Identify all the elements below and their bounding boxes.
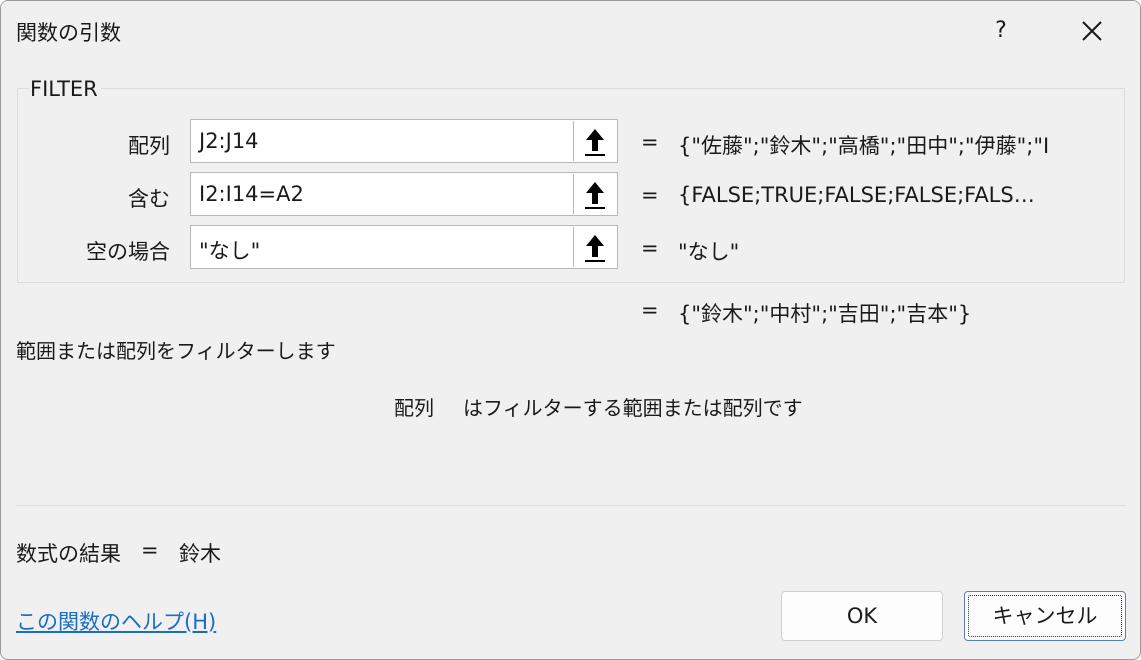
arg-result-include: {FALSE;TRUE;FALSE;FALSE;FALS… <box>678 183 1035 207</box>
ref-select-button-include[interactable] <box>573 174 616 214</box>
formula-result-eq: = <box>141 538 159 562</box>
formula-result-value: 鈴木 <box>179 542 221 566</box>
close-icon <box>1082 21 1102 41</box>
function-help-link[interactable]: この関数のヘルプ(H) <box>16 606 216 636</box>
arg-eq-include: = <box>641 183 659 207</box>
arg-result-if-empty: "なし" <box>678 240 740 264</box>
arg-eq-if-empty: = <box>641 236 659 260</box>
arg-help-text: はフィルターする範囲または配列です <box>463 396 803 420</box>
cancel-button[interactable]: キャンセル <box>964 591 1126 641</box>
arg-label-array: 配列 <box>128 134 170 158</box>
divider <box>16 505 1126 506</box>
arg-label-include: 含む <box>128 187 170 211</box>
focus-ring <box>968 595 1122 637</box>
arg-eq-array: = <box>641 130 659 154</box>
arrow-up-icon <box>585 235 605 262</box>
ref-select-button-if-empty[interactable] <box>573 227 616 267</box>
arrow-up-icon <box>585 129 605 156</box>
ok-button[interactable]: OK <box>781 591 943 641</box>
arg-input-if-empty-value: "なし" <box>199 239 261 263</box>
arg-input-include[interactable]: I2:I14=A2 <box>190 172 618 216</box>
formula-result-label: 数式の結果 <box>16 542 121 566</box>
arg-result-array: {"佐藤";"鈴木";"高橋";"田中";"伊藤";"I <box>678 134 1050 158</box>
overall-result-eq: = <box>641 298 659 322</box>
arg-help-name: 配列 <box>394 396 434 420</box>
arg-input-array-value: J2:J14 <box>199 129 259 153</box>
function-description: 範囲または配列をフィルターします <box>16 339 336 363</box>
overall-result: {"鈴木";"中村";"吉田";"吉本"} <box>678 302 972 326</box>
arg-input-array[interactable]: J2:J14 <box>190 119 618 163</box>
ref-select-button-array[interactable] <box>573 121 616 161</box>
arg-input-if-empty[interactable]: "なし" <box>190 225 618 269</box>
arg-label-if-empty: 空の場合 <box>86 240 170 264</box>
help-button[interactable]: ? <box>979 13 1023 49</box>
arrow-up-icon <box>585 182 605 209</box>
function-name-label: FILTER <box>29 77 101 101</box>
dialog-title: 関数の引数 <box>16 21 121 45</box>
close-button[interactable] <box>1067 13 1117 49</box>
title-bar: 関数の引数 ? <box>1 1 1140 59</box>
function-arguments-dialog: 関数の引数 ? FILTER 配列 J2:J14 = {"佐藤";"鈴木";"高… <box>0 0 1141 660</box>
arg-input-include-value: I2:I14=A2 <box>199 182 304 206</box>
